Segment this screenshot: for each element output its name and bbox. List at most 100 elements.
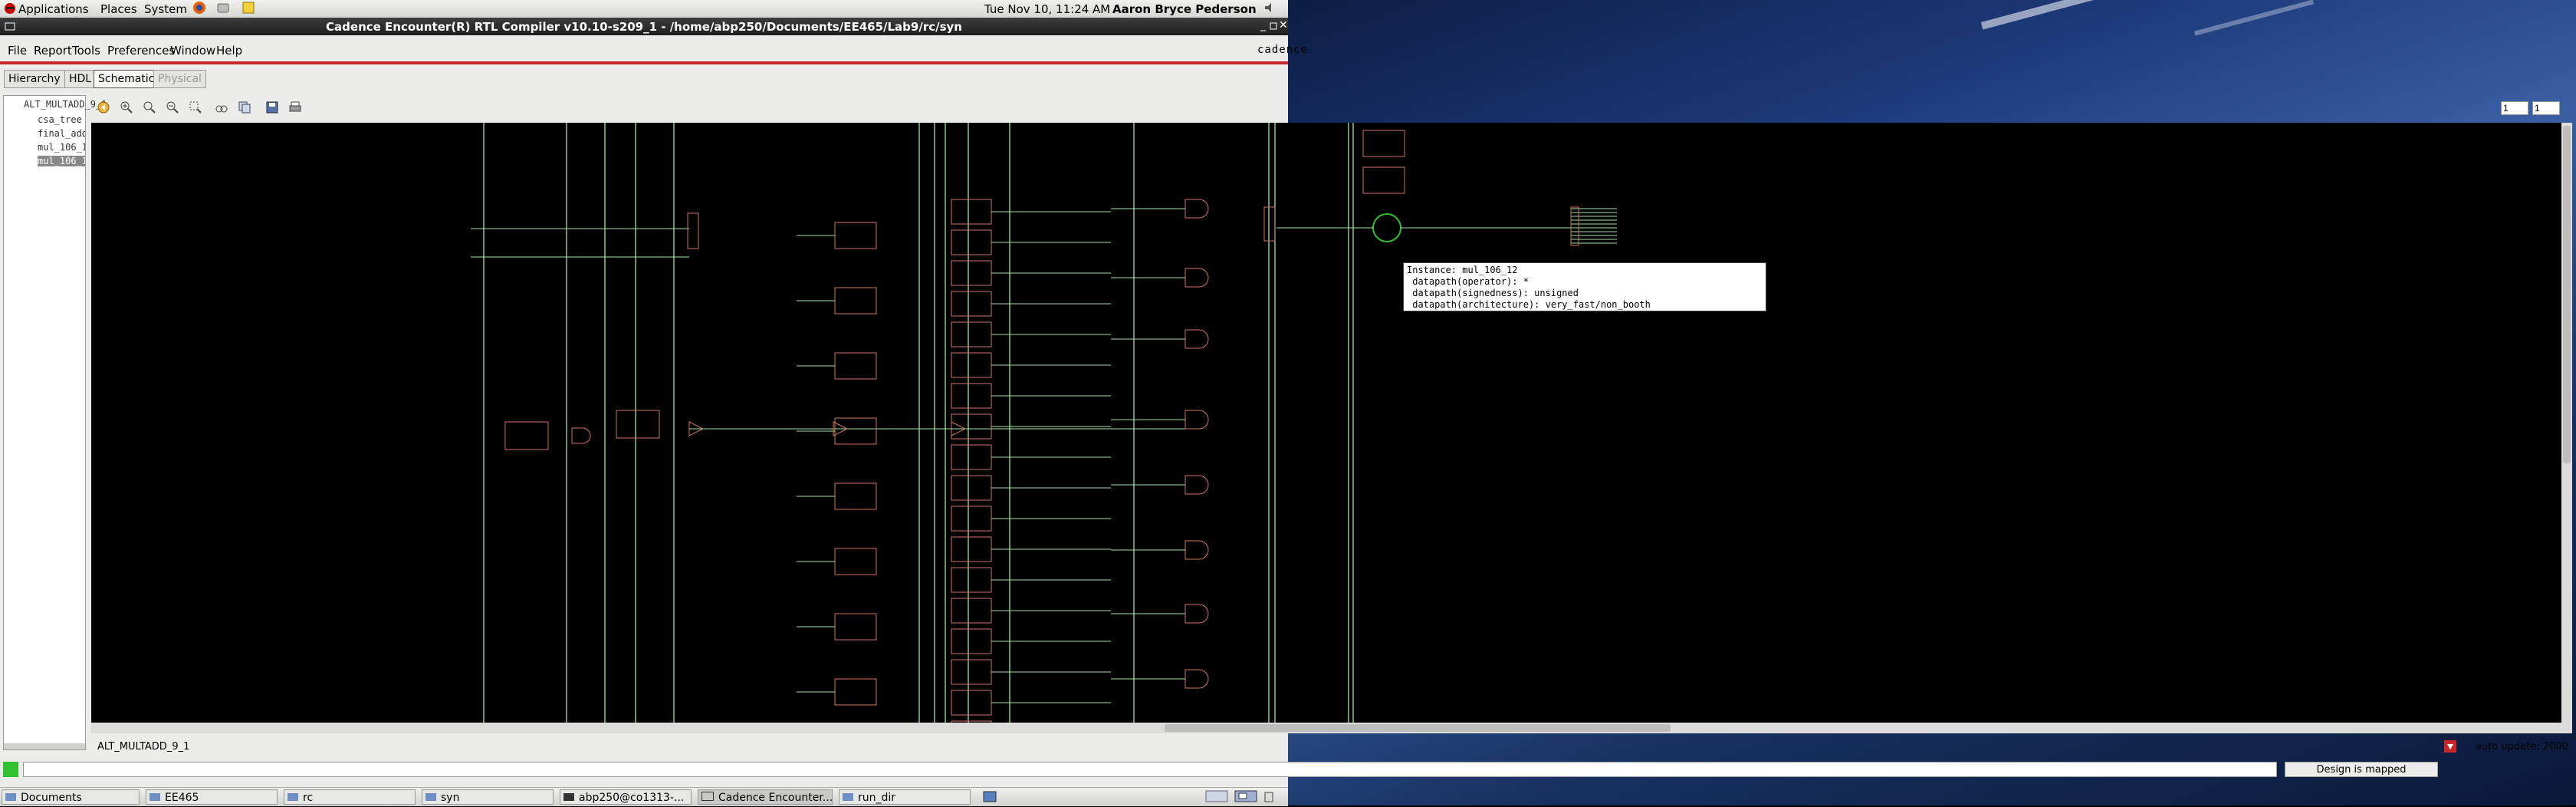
- and-gate: [1184, 199, 1209, 219]
- tab-hdl[interactable]: HDL: [64, 70, 97, 88]
- brand-divider: [0, 61, 1288, 64]
- register-cell: [834, 222, 877, 249]
- menu-report[interactable]: Report: [34, 44, 72, 58]
- minimize-icon[interactable]: _: [1260, 19, 1266, 31]
- window-title: Cadence Encounter(R) RTL Compiler v10.10…: [326, 20, 962, 34]
- workspace-switcher-2[interactable]: [1234, 790, 1257, 805]
- system-menu[interactable]: System: [144, 2, 187, 16]
- schematic-drawing[interactable]: [91, 123, 2572, 723]
- tab-hierarchy[interactable]: Hierarchy: [4, 70, 65, 88]
- canvas-hscroll[interactable]: [91, 723, 2572, 733]
- adder-cell: [951, 413, 992, 440]
- tooltip-operator: datapath(operator): *: [1407, 276, 1529, 287]
- task-terminal[interactable]: abp250@co1313-...: [560, 789, 692, 805]
- tooltip-signedness: datapath(signedness): unsigned: [1407, 288, 1579, 298]
- menu-window[interactable]: Window: [170, 44, 215, 58]
- adder-cell: [951, 536, 992, 562]
- menu-file[interactable]: File: [8, 44, 27, 58]
- and-gate: [1184, 475, 1209, 495]
- copy-icon[interactable]: [236, 101, 253, 117]
- tree-hscroll[interactable]: [4, 743, 85, 749]
- folder-icon: [150, 793, 160, 801]
- folder-icon: [426, 793, 436, 801]
- task-rc[interactable]: rc: [284, 789, 416, 805]
- adder-cell: [951, 352, 992, 378]
- page-current-input[interactable]: [2501, 101, 2528, 115]
- workspace-switcher-1[interactable]: [1205, 790, 1228, 805]
- task-run-dir[interactable]: run_dir: [839, 789, 971, 805]
- zoom-area-icon[interactable]: [187, 101, 204, 117]
- maximize-icon[interactable]: [1270, 21, 1277, 33]
- adder-cell: [951, 444, 992, 470]
- zoom-in-icon[interactable]: [118, 101, 135, 117]
- menu-preferences[interactable]: Preferences: [107, 44, 175, 58]
- adder-cell: [951, 567, 992, 593]
- register-cell: [834, 678, 877, 706]
- bus-ripper: [687, 212, 699, 249]
- register-cell: [1362, 130, 1405, 157]
- print-icon[interactable]: [287, 101, 304, 117]
- register-cell: [834, 352, 877, 380]
- find-icon[interactable]: [213, 101, 230, 117]
- and-gate: [1184, 604, 1209, 624]
- firefox-icon[interactable]: [192, 1, 206, 18]
- folder-icon: [843, 793, 853, 801]
- menu-tools[interactable]: Tools: [72, 44, 100, 58]
- tree-node-csa-tree[interactable]: csa_tree: [38, 114, 85, 125]
- tooltip-architecture: datapath(architecture): very_fast/non_bo…: [1407, 299, 1651, 310]
- volume-icon[interactable]: [1263, 1, 1276, 18]
- adder-cell: [951, 659, 992, 685]
- tooltip-instance: Instance: mul_106_12: [1407, 265, 1518, 275]
- cadence-logo: cadence: [1257, 44, 1309, 56]
- and-gate: [1184, 669, 1209, 689]
- adder-cell: [951, 321, 992, 348]
- menu-help[interactable]: Help: [216, 44, 242, 58]
- applications-menu[interactable]: Applications: [18, 2, 89, 16]
- adder-cell: [951, 291, 992, 317]
- close-icon[interactable]: ✕: [1279, 19, 1288, 31]
- zoom-fit-icon[interactable]: [141, 101, 158, 117]
- hscroll-thumb[interactable]: [1165, 724, 1671, 732]
- tree-node-mul[interactable]: mul_106_12: [38, 142, 85, 153]
- trash-icon[interactable]: [1263, 790, 1274, 805]
- adder-cell: [951, 199, 992, 225]
- launcher-icon[interactable]: [216, 1, 230, 18]
- register-cell: [504, 421, 549, 450]
- register-cell: [834, 287, 877, 315]
- status-line: ALT_MULTADD_9_1 auto update: 2000: [91, 739, 2572, 755]
- back-icon[interactable]: [95, 101, 112, 117]
- notes-icon[interactable]: [242, 1, 255, 18]
- zoom-out-icon[interactable]: [164, 101, 181, 117]
- save-icon[interactable]: [264, 101, 281, 117]
- task-syn[interactable]: syn: [422, 789, 554, 805]
- and-gate: [1184, 540, 1209, 560]
- design-state-label: Design is mapped: [2285, 762, 2438, 777]
- show-desktop-icon[interactable]: [983, 790, 997, 807]
- tree-node-final-adder[interactable]: final_adder: [38, 128, 85, 139]
- clock[interactable]: Tue Nov 10, 11:24 AM: [984, 2, 1110, 16]
- adder-cell: [951, 628, 992, 654]
- selected-multiplier: [1372, 213, 1401, 242]
- canvas-vscroll[interactable]: [2561, 123, 2572, 723]
- top-panel: Applications Places System Tue Nov 10, 1…: [0, 0, 1288, 18]
- tab-physical[interactable]: Physical: [153, 70, 206, 88]
- current-instance-label: ALT_MULTADD_9_1: [97, 741, 190, 753]
- terminal-icon: [564, 793, 574, 801]
- vscroll-thumb[interactable]: [2563, 126, 2571, 463]
- places-menu[interactable]: Places: [100, 2, 137, 16]
- task-documents[interactable]: Documents: [2, 789, 140, 805]
- tab-schematic[interactable]: Schematic: [94, 70, 159, 88]
- auto-update-icon[interactable]: [2443, 739, 2457, 756]
- task-ee465[interactable]: EE465: [146, 789, 278, 805]
- bus-ripper: [1263, 206, 1276, 242]
- adder-cell: [951, 383, 992, 409]
- register-cell: [834, 483, 877, 510]
- user-name[interactable]: Aaron Bryce Pederson: [1112, 2, 1257, 16]
- redhat-logo-icon[interactable]: [4, 2, 16, 17]
- tree-node-mul-selected[interactable]: mul_106_12: [38, 156, 85, 166]
- task-cadence-encounter[interactable]: Cadence Encounter...: [698, 789, 833, 805]
- folder-icon: [288, 793, 298, 801]
- adder-cell: [951, 475, 992, 501]
- and-gate: [571, 427, 591, 444]
- schematic-canvas[interactable]: Instance: mul_106_12 datapath(operator):…: [91, 123, 2572, 723]
